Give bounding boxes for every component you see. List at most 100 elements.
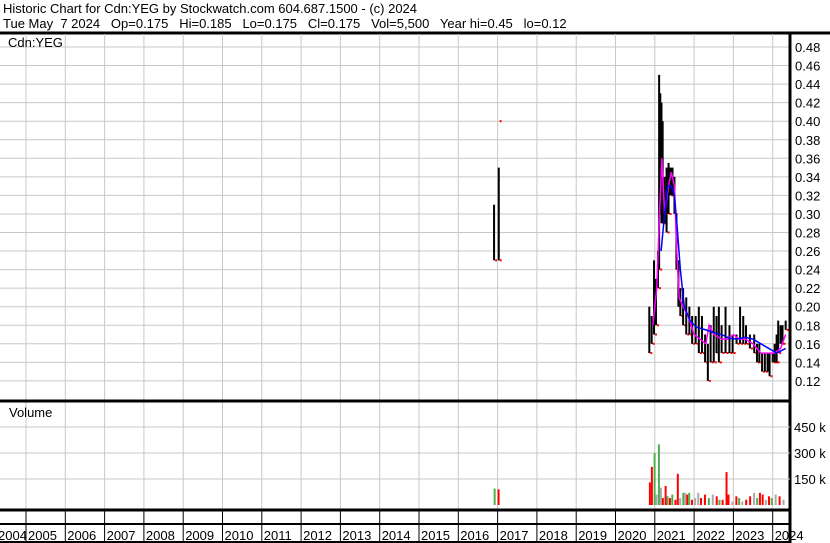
volume-bar <box>664 485 667 505</box>
close-marker <box>719 361 722 364</box>
volume-bar <box>497 489 500 505</box>
year-label: 2011 <box>264 528 292 543</box>
volume-bar <box>707 498 710 505</box>
volume-bar <box>725 472 728 505</box>
price-tick-label: 0.34 <box>795 170 820 185</box>
volume-tick-label: 450 k <box>794 420 826 435</box>
price-tick-label: 0.26 <box>795 244 820 259</box>
year-label: 2007 <box>107 528 136 543</box>
year-label: 2015 <box>421 528 450 543</box>
close-marker <box>726 352 729 355</box>
close-marker <box>714 361 717 364</box>
volume-bar <box>703 494 706 505</box>
price-tick-label: 0.30 <box>795 207 820 222</box>
volume-bar <box>653 453 656 505</box>
volume-bar <box>741 501 744 505</box>
volume-bar <box>699 498 702 505</box>
volume-bar <box>659 487 662 505</box>
close-marker <box>708 379 711 382</box>
volume-bar <box>684 492 687 505</box>
year-label: 2022 <box>696 528 725 543</box>
close-marker <box>750 347 753 350</box>
close-marker <box>660 268 663 271</box>
close-marker <box>655 333 658 336</box>
close-marker <box>667 231 670 234</box>
close-marker <box>770 375 773 378</box>
year-label: 2023 <box>735 528 764 543</box>
volume-bar <box>758 492 761 505</box>
volume-bar <box>761 494 764 505</box>
price-tick-label: 0.36 <box>795 151 820 166</box>
year-label: 2005 <box>28 528 57 543</box>
year-label: 2021 <box>657 528 686 543</box>
volume-bar <box>661 498 664 505</box>
volume-bar <box>648 482 651 505</box>
close-marker <box>722 352 725 355</box>
price-tick-label: 0.44 <box>795 77 820 92</box>
price-tick-label: 0.12 <box>795 374 820 389</box>
year-label: 2017 <box>500 528 529 543</box>
price-tick-label: 0.20 <box>795 300 820 315</box>
volume-tick-label: 150 k <box>794 472 826 487</box>
year-label: 2006 <box>67 528 96 543</box>
volume-bar <box>690 499 693 505</box>
close-marker <box>777 361 780 364</box>
year-label: 2013 <box>342 528 371 543</box>
volume-bar <box>735 496 738 505</box>
volume-bar <box>770 498 773 505</box>
year-label: 2020 <box>618 528 647 543</box>
price-tick-label: 0.40 <box>795 114 820 129</box>
volume-tick-label: 300 k <box>794 446 826 461</box>
year-label: 2019 <box>578 528 607 543</box>
volume-pane-title: Volume <box>9 405 52 420</box>
price-tick-label: 0.18 <box>795 318 820 333</box>
volume-bar <box>782 499 785 505</box>
volume-bar <box>749 496 752 505</box>
year-label: 2012 <box>303 528 332 543</box>
volume-bar <box>756 498 759 505</box>
close-marker <box>650 352 653 355</box>
close-marker <box>786 328 789 331</box>
close-marker <box>669 212 672 215</box>
volume-bar <box>727 494 730 505</box>
price-tick-label: 0.42 <box>795 96 820 111</box>
close-marker <box>733 352 736 355</box>
volume-bar <box>731 501 734 505</box>
price-pane-title: Cdn:YEG <box>8 35 63 50</box>
chart-canvas: 0.12 0.14 0.16 0.18 0.20 0.22 0.24 0.26 0.28 0.30… <box>0 31 830 543</box>
volume-bar <box>745 499 748 505</box>
volume-bar <box>674 499 677 505</box>
price-tick-label: 0.48 <box>795 40 820 55</box>
volume-bar <box>666 496 669 505</box>
year-label: 2024 <box>775 528 804 543</box>
close-marker <box>746 342 749 345</box>
volume-bar <box>679 498 682 505</box>
volume-bar <box>671 494 674 505</box>
volume-bar <box>688 492 691 505</box>
close-marker <box>656 324 659 327</box>
volume-bar <box>493 488 496 505</box>
year-label: 2014 <box>382 528 411 543</box>
volume-bar <box>686 494 689 505</box>
volume-bar <box>682 492 685 505</box>
volume-bar <box>715 496 718 505</box>
price-tick-label: 0.24 <box>795 263 820 278</box>
close-marker <box>658 287 661 290</box>
volume-bar <box>676 473 679 505</box>
close-marker <box>783 342 786 345</box>
price-tick-label: 0.32 <box>795 188 820 203</box>
volume-bar <box>650 466 653 505</box>
volume-bar <box>753 492 756 505</box>
price-tick-label: 0.22 <box>795 281 820 296</box>
price-tick-label: 0.16 <box>795 337 820 352</box>
year-label: 2008 <box>146 528 175 543</box>
volume-bar <box>721 499 724 505</box>
close-marker <box>652 342 655 345</box>
price-tick-label: 0.46 <box>795 59 820 74</box>
volume-bar <box>718 499 721 505</box>
volume-bar <box>655 494 658 505</box>
price-tick-label: 0.14 <box>795 355 820 370</box>
year-label: 2004 <box>0 528 27 543</box>
price-tick-label: 0.28 <box>795 226 820 241</box>
volume-bar <box>697 492 700 505</box>
